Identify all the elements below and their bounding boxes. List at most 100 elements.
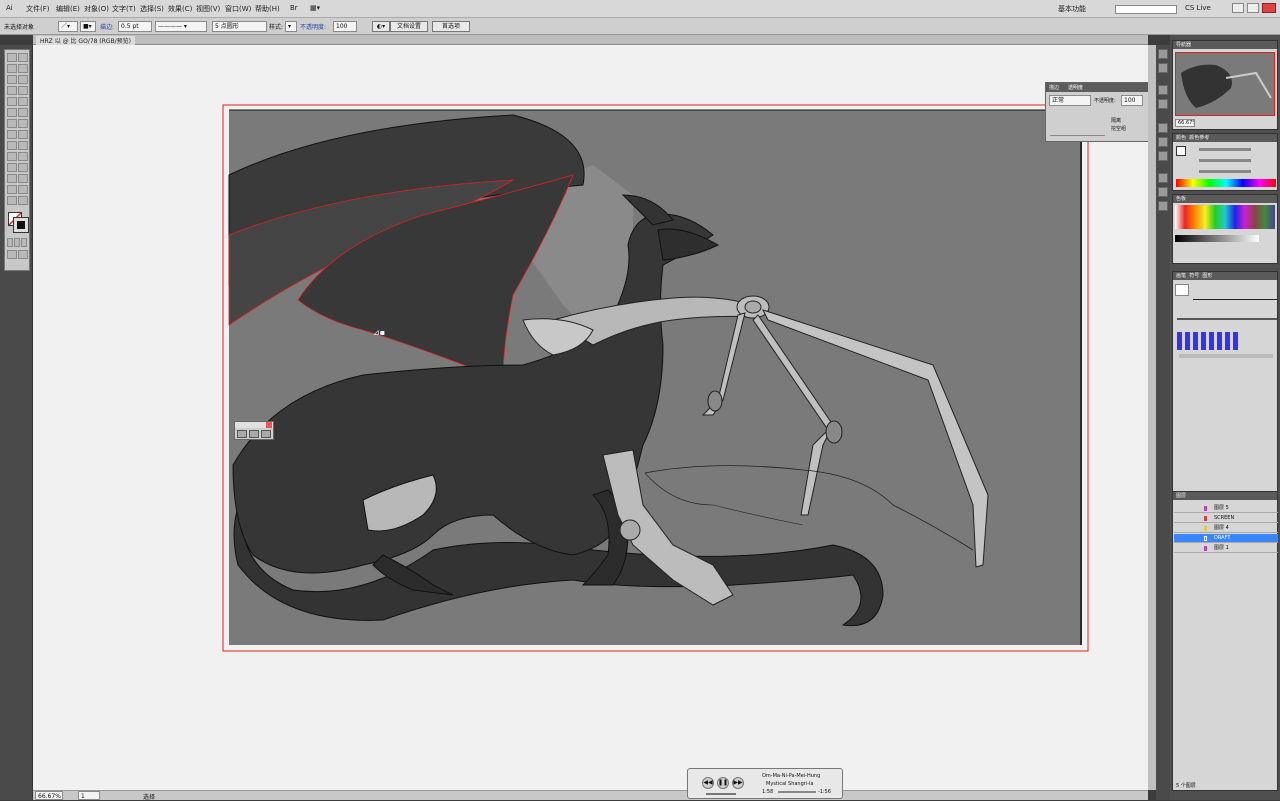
mini-panel-close-icon[interactable] (266, 422, 272, 428)
opacity-field[interactable]: 100 (333, 21, 357, 32)
gradient-panel-icon[interactable] (1158, 137, 1168, 147)
stroke-panel-icon[interactable] (1158, 123, 1168, 133)
blend-mode-select[interactable]: 正常 (1049, 95, 1091, 106)
column-graph-tool-icon[interactable] (18, 174, 28, 183)
magic-wand-tool-icon[interactable] (7, 64, 17, 73)
stroke-swatch[interactable]: ■▾ (80, 21, 96, 32)
opentype-panel-icon[interactable] (1158, 201, 1168, 211)
brush-stroke-3[interactable] (1179, 354, 1273, 358)
type-tool-icon[interactable] (18, 75, 28, 84)
knockout-checkbox[interactable]: 挖空组 (1111, 125, 1126, 132)
fill-swatch[interactable]: ／▾ (58, 21, 78, 32)
transparency-panel-icon[interactable] (1158, 151, 1168, 161)
menu-window[interactable]: 窗口(W) (225, 4, 251, 14)
b-slider[interactable] (1199, 170, 1251, 173)
eyedropper-tool-icon[interactable] (7, 163, 17, 172)
volume-slider[interactable] (706, 793, 736, 795)
color-panel-icon[interactable] (1158, 49, 1168, 59)
swatch-grid-grays[interactable] (1175, 235, 1259, 242)
document-setup-button[interactable]: 文档设置 (390, 21, 428, 32)
layer-row[interactable]: 图层 1 (1174, 544, 1278, 553)
menu-effect[interactable]: 效果(C) (168, 4, 192, 14)
brush-definition[interactable]: 5 点圆形 (212, 21, 267, 32)
mini-panel-btn-3[interactable] (261, 430, 271, 438)
menu-type[interactable]: 文字(T) (112, 4, 136, 14)
layer-row[interactable]: SCREEN (1174, 514, 1278, 523)
mesh-tool-icon[interactable] (7, 152, 17, 161)
eraser-tool-icon[interactable] (18, 108, 28, 117)
none-mode-icon[interactable] (21, 238, 27, 247)
tab-layers[interactable]: 图层 (1173, 492, 1277, 500)
scale-tool-icon[interactable] (18, 119, 28, 128)
zoom-field[interactable]: 66.67% (35, 791, 63, 800)
tab-color[interactable]: 颜色 (1176, 135, 1186, 141)
brush-stroke-1[interactable] (1193, 299, 1277, 300)
color-spectrum[interactable] (1176, 179, 1276, 187)
lasso-tool-icon[interactable] (18, 64, 28, 73)
selection-tool-icon[interactable] (7, 53, 17, 62)
pause-icon[interactable]: ❚❚ (717, 777, 729, 789)
g-slider[interactable] (1199, 159, 1251, 162)
close-button[interactable] (1262, 3, 1276, 13)
paintbrush-tool-icon[interactable] (7, 97, 17, 106)
free-transform-tool-icon[interactable] (18, 130, 28, 139)
swatches-panel-icon[interactable] (1158, 85, 1168, 95)
brush-stroke-2[interactable] (1177, 318, 1277, 320)
color-guide-icon[interactable] (1158, 63, 1168, 73)
character-panel-icon[interactable] (1158, 173, 1168, 183)
bridge-icon[interactable]: Br (290, 4, 298, 12)
vertical-scrollbar[interactable] (1148, 45, 1156, 790)
page-field[interactable]: 1 (78, 791, 100, 800)
zoom-tool-icon[interactable] (18, 196, 28, 205)
hand-tool-icon[interactable] (7, 196, 17, 205)
mini-panel-btn-2[interactable] (249, 430, 259, 438)
next-track-icon[interactable]: ▶▶ (732, 777, 744, 789)
draw-mode-icon[interactable] (7, 250, 17, 259)
tab-brushes[interactable]: 画笔 (1176, 273, 1186, 279)
workspace-switcher[interactable]: 基本功能 (1058, 4, 1086, 14)
navigator-zoom-field[interactable]: 66.67% (1175, 119, 1195, 127)
opacity-field-panel[interactable]: 100 (1121, 95, 1143, 106)
variable-width-profile[interactable]: ———— ▾ (155, 21, 207, 32)
tab-graphic-styles[interactable]: 图形 (1202, 273, 1212, 279)
layer-row-selected[interactable]: DRAFT (1174, 534, 1278, 543)
r-slider[interactable] (1199, 148, 1251, 151)
gradient-tool-icon[interactable] (18, 152, 28, 161)
arrange-documents-icon[interactable]: ▦▾ (310, 4, 320, 12)
menu-help[interactable]: 帮助(H) (255, 4, 280, 14)
artboard-tool-icon[interactable] (7, 185, 17, 194)
menu-object[interactable]: 对象(O) (84, 4, 109, 14)
menu-edit[interactable]: 编辑(E) (56, 4, 80, 14)
horizontal-scrollbar[interactable]: 66.67% 1 选择 (33, 790, 1148, 801)
symbol-sprayer-tool-icon[interactable] (7, 174, 17, 183)
swatch-grid-colors[interactable] (1175, 205, 1275, 229)
stroke-color-icon[interactable] (13, 217, 29, 233)
panel-fill-icon[interactable] (1176, 146, 1186, 156)
tab-stroke[interactable]: 描边 (1049, 84, 1059, 91)
navigator-thumbnail[interactable] (1175, 52, 1275, 116)
direct-selection-tool-icon[interactable] (18, 53, 28, 62)
color-mode-icon[interactable] (7, 238, 13, 247)
brushes-panel-icon[interactable] (1158, 99, 1168, 109)
perspective-grid-tool-icon[interactable] (18, 141, 28, 150)
line-tool-icon[interactable] (7, 86, 17, 95)
blend-tool-icon[interactable] (18, 163, 28, 172)
cs-live-button[interactable]: CS Live (1185, 4, 1211, 12)
tab-symbols[interactable]: 符号 (1189, 273, 1199, 279)
navigator-tab[interactable]: 导航器 (1173, 41, 1277, 49)
recolor-icon[interactable]: ◐▾ (372, 21, 390, 32)
rectangle-tool-icon[interactable] (18, 86, 28, 95)
layer-row[interactable]: 图层 4 (1174, 524, 1278, 533)
opacity-label[interactable]: 不透明度: (300, 22, 326, 31)
stroke-weight-field[interactable]: 0.5 pt (118, 21, 152, 32)
menu-view[interactable]: 视图(V) (196, 4, 220, 14)
rotate-tool-icon[interactable] (7, 119, 17, 128)
style-swatch[interactable]: ▾ (285, 21, 297, 32)
canvas-area[interactable]: ⊿▪ (33, 45, 1148, 790)
pencil-tool-icon[interactable] (18, 97, 28, 106)
preferences-button[interactable]: 首选项 (432, 21, 470, 32)
progress-bar[interactable] (778, 791, 816, 793)
mini-panel-btn-1[interactable] (237, 430, 247, 438)
stroke-label[interactable]: 描边: (100, 22, 114, 31)
slice-tool-icon[interactable] (18, 185, 28, 194)
